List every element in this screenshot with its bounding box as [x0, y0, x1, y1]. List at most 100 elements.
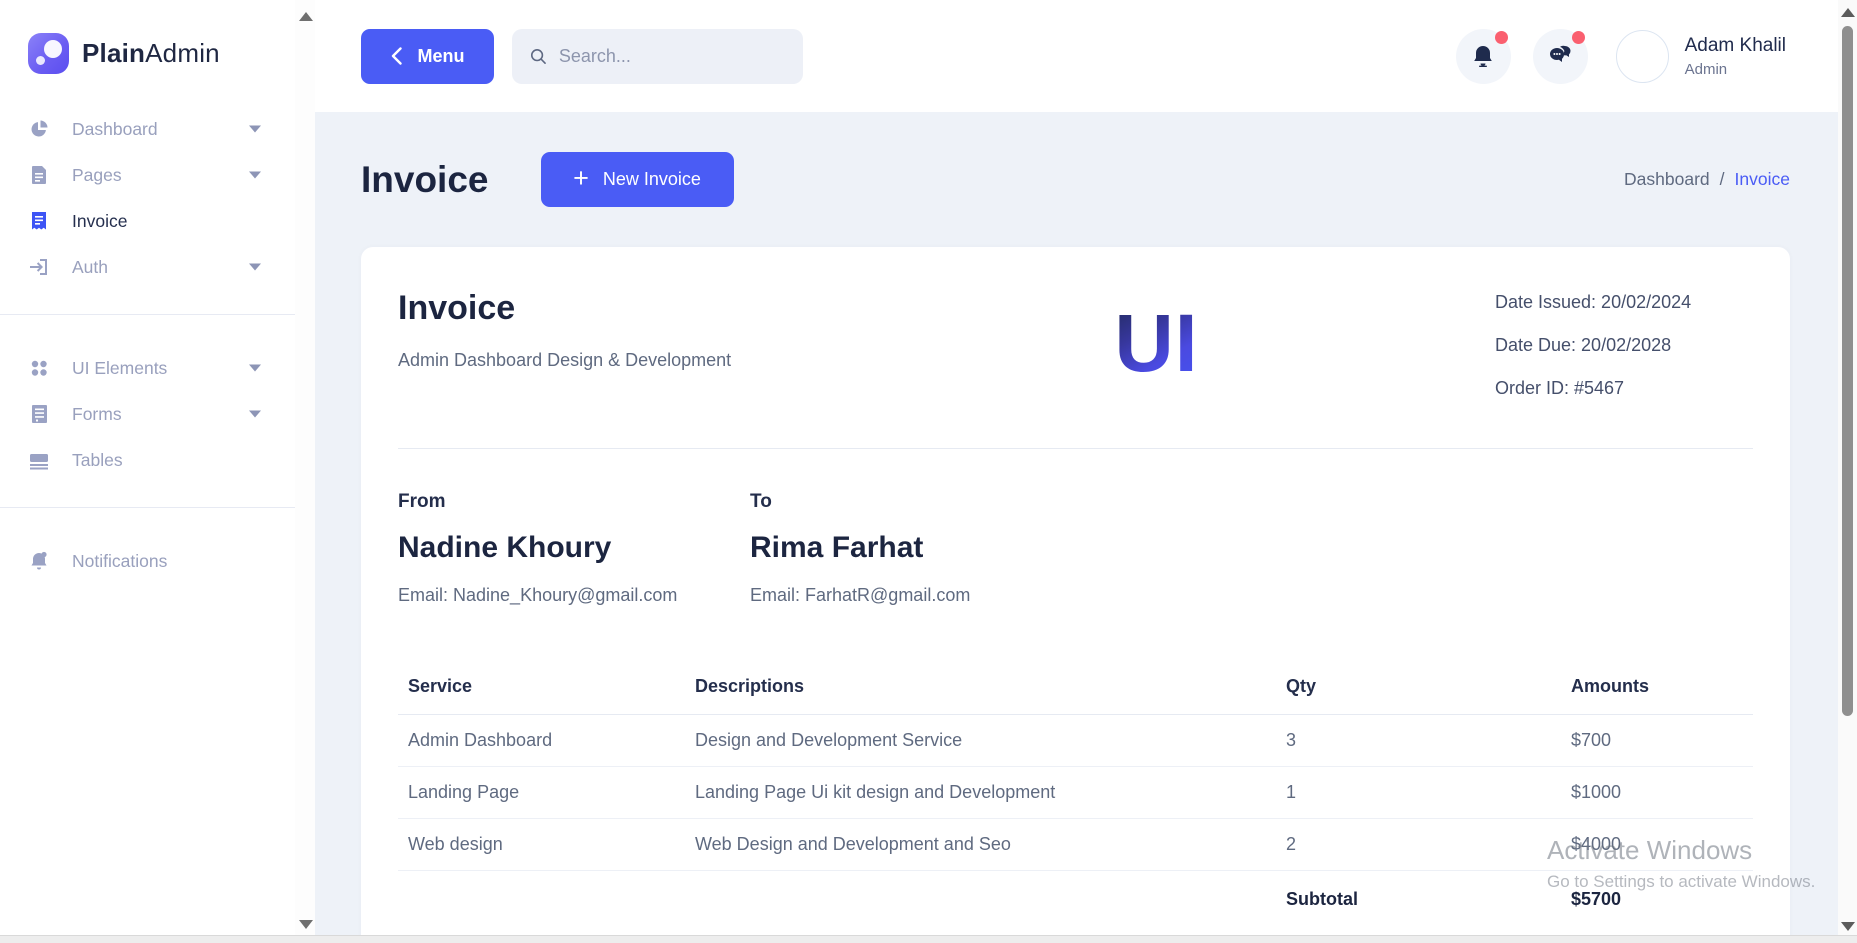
column-header-amounts: Amounts — [1561, 666, 1753, 715]
breadcrumb-separator: / — [1720, 169, 1725, 190]
topbar-right: Adam Khalil Admin — [1434, 29, 1786, 84]
sidebar-item-invoice[interactable]: Invoice — [0, 198, 295, 244]
invoice-card: Invoice Admin Dashboard Design & Develop… — [361, 247, 1790, 943]
notification-badge — [1495, 31, 1508, 44]
column-header-descriptions: Descriptions — [685, 666, 1276, 715]
user-role: Admin — [1685, 61, 1786, 78]
notifications-button[interactable] — [1456, 29, 1511, 84]
from-email: Email: Nadine_Khoury@gmail.com — [398, 585, 750, 606]
horizontal-scrollbar[interactable] — [0, 935, 1857, 943]
new-invoice-button[interactable]: + New Invoice — [541, 152, 734, 207]
invoice-table: Service Descriptions Qty Amounts Admin D… — [398, 666, 1753, 925]
user-name: Adam Khalil — [1685, 35, 1786, 57]
brand-logo[interactable]: PlainAdmin — [0, 0, 295, 74]
invoice-to: To Rima Farhat Email: FarhatR@gmail.com — [750, 491, 1102, 606]
table-icon — [28, 449, 50, 471]
order-id: Order ID: #5467 — [1495, 375, 1753, 401]
sidebar-item-label: Forms — [72, 404, 122, 425]
sidebar-item-label: UI Elements — [72, 358, 167, 379]
invoice-parties: From Nadine Khoury Email: Nadine_Khoury@… — [398, 491, 1753, 606]
to-name: Rima Farhat — [750, 531, 1102, 565]
table-row: Landing Page Landing Page Ui kit design … — [398, 767, 1753, 819]
new-invoice-label: New Invoice — [603, 169, 701, 190]
company-logo: UI — [1115, 303, 1199, 385]
invoice-from: From Nadine Khoury Email: Nadine_Khoury@… — [398, 491, 750, 606]
page-content: Invoice + New Invoice Dashboard / Invoic… — [315, 152, 1838, 943]
invoice-subtitle: Admin Dashboard Design & Development — [398, 350, 818, 371]
cell-service: Admin Dashboard — [398, 715, 685, 767]
from-name: Nadine Khoury — [398, 531, 750, 565]
avatar[interactable] — [1616, 30, 1669, 83]
cell-description: Design and Development Service — [685, 715, 1276, 767]
scroll-up-arrow-icon[interactable] — [299, 12, 313, 21]
divider — [398, 448, 1753, 449]
sidebar-nav: Dashboard Pages Invoice Auth — [0, 106, 295, 584]
cell-qty: 3 — [1276, 715, 1561, 767]
chat-icon — [1547, 44, 1573, 68]
cell-amount: $4000 — [1561, 819, 1753, 871]
divider — [0, 507, 295, 508]
cell-qty: 1 — [1276, 767, 1561, 819]
cell-description: Landing Page Ui kit design and Developme… — [685, 767, 1276, 819]
invoice-card-header: Invoice Admin Dashboard Design & Develop… — [398, 289, 1753, 418]
sign-in-arrow-icon — [28, 256, 50, 278]
main-area: Menu Adam Khalil Admin Invoice — [315, 0, 1838, 943]
cell-amount: $1000 — [1561, 767, 1753, 819]
to-email: Email: FarhatR@gmail.com — [750, 585, 1102, 606]
subtotal-label: Subtotal — [1276, 871, 1561, 926]
message-badge — [1572, 31, 1585, 44]
table-row: Web design Web Design and Development an… — [398, 819, 1753, 871]
form-icon — [28, 403, 50, 425]
sidebar-item-forms[interactable]: Forms — [0, 391, 295, 437]
chevron-down-icon — [249, 172, 261, 179]
cell-description: Web Design and Development and Seo — [685, 819, 1276, 871]
subtotal-row: Subtotal $5700 — [398, 871, 1753, 926]
invoice-meta: Date Issued: 20/02/2024 Date Due: 20/02/… — [1495, 289, 1753, 418]
page-header: Invoice + New Invoice Dashboard / Invoic… — [361, 152, 1790, 207]
breadcrumb-dashboard[interactable]: Dashboard — [1624, 169, 1710, 190]
cell-service: Landing Page — [398, 767, 685, 819]
invoice-icon — [28, 210, 50, 232]
scroll-down-arrow-icon[interactable] — [1841, 922, 1855, 931]
plus-icon: + — [573, 165, 589, 192]
sidebar-item-notifications[interactable]: Notifications — [0, 538, 295, 584]
sidebar: PlainAdmin Dashboard Pages Invoice — [0, 0, 295, 943]
column-header-service: Service — [398, 666, 685, 715]
grid-dots-icon — [28, 357, 50, 379]
scrollbar-thumb[interactable] — [1842, 26, 1853, 716]
sidebar-item-auth[interactable]: Auth — [0, 244, 295, 290]
invoice-title: Invoice — [398, 289, 818, 328]
menu-button[interactable]: Menu — [361, 29, 494, 84]
to-heading: To — [750, 491, 1102, 513]
sidebar-item-tables[interactable]: Tables — [0, 437, 295, 483]
chevron-down-icon — [249, 411, 261, 418]
chevron-down-icon — [249, 126, 261, 133]
search-icon — [530, 47, 547, 66]
pie-chart-icon — [28, 118, 50, 140]
sidebar-item-label: Dashboard — [72, 119, 158, 140]
from-heading: From — [398, 491, 750, 513]
table-header-row: Service Descriptions Qty Amounts — [398, 666, 1753, 715]
search-input[interactable] — [559, 46, 785, 67]
cell-qty: 2 — [1276, 819, 1561, 871]
scroll-up-arrow-icon[interactable] — [1841, 8, 1855, 17]
messages-button[interactable] — [1533, 29, 1588, 84]
user-meta[interactable]: Adam Khalil Admin — [1685, 35, 1786, 78]
search-box — [512, 29, 803, 84]
bell-icon — [28, 550, 50, 572]
cell-amount: $700 — [1561, 715, 1753, 767]
cell-service: Web design — [398, 819, 685, 871]
sidebar-item-label: Auth — [72, 257, 108, 278]
sidebar-scrollbar[interactable] — [295, 0, 315, 943]
chevron-down-icon — [249, 365, 261, 372]
table-row: Admin Dashboard Design and Development S… — [398, 715, 1753, 767]
sidebar-item-dashboard[interactable]: Dashboard — [0, 106, 295, 152]
page-scrollbar[interactable] — [1838, 0, 1857, 943]
date-due: Date Due: 20/02/2028 — [1495, 332, 1753, 358]
scroll-down-arrow-icon[interactable] — [299, 920, 313, 929]
sidebar-item-pages[interactable]: Pages — [0, 152, 295, 198]
sidebar-item-ui-elements[interactable]: UI Elements — [0, 345, 295, 391]
chevron-down-icon — [249, 264, 261, 271]
breadcrumb: Dashboard / Invoice — [1624, 169, 1790, 190]
brand-logo-icon — [28, 33, 69, 74]
